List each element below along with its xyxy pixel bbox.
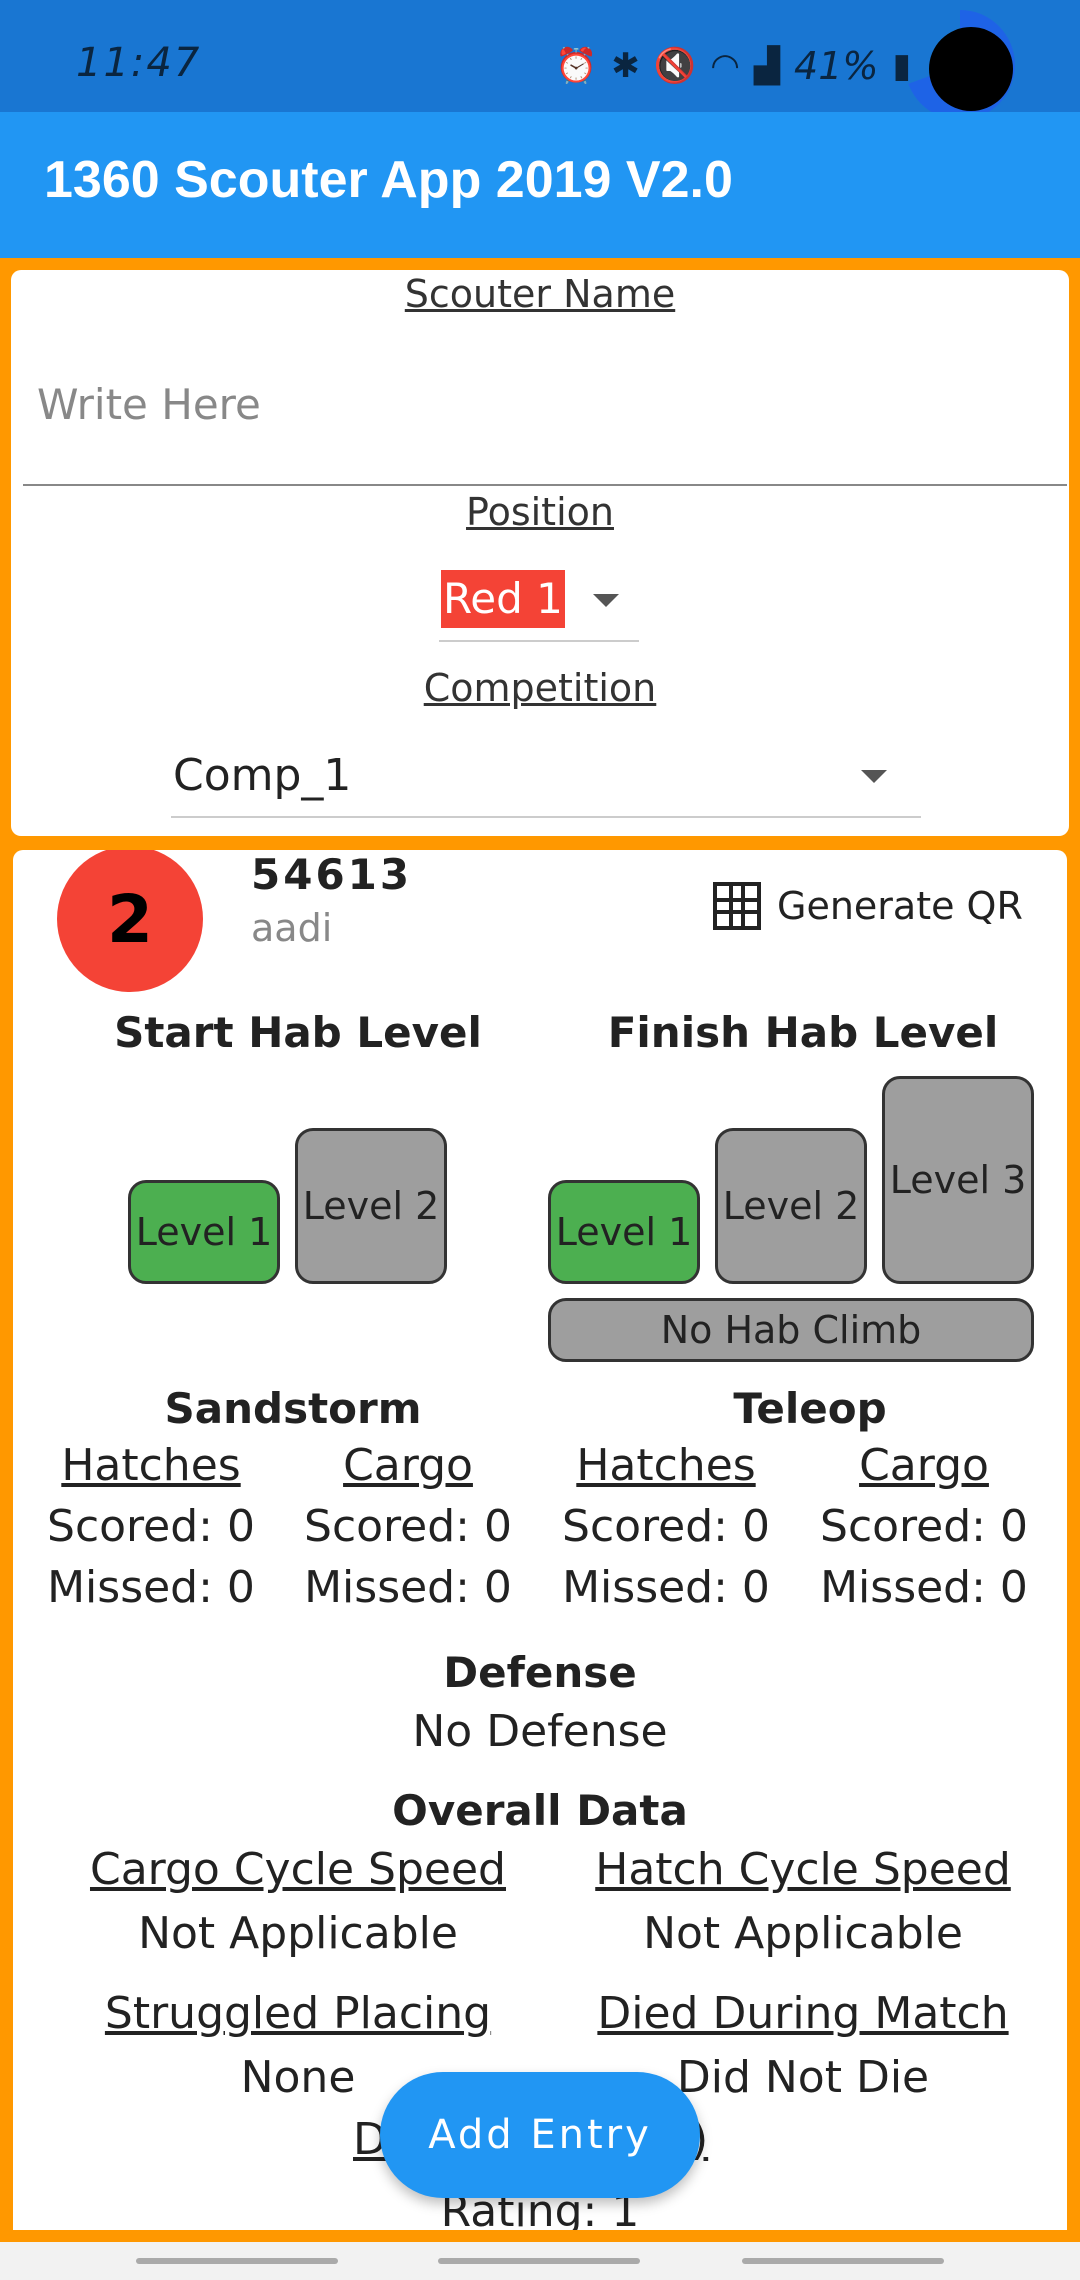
- hatch-cycle-label: Hatch Cycle Speed: [595, 1844, 1011, 1895]
- nav-handle-center[interactable]: [438, 2258, 640, 2264]
- died-during-match-label: Died During Match: [597, 1988, 1009, 2039]
- cargo-cycle-label: Cargo Cycle Speed: [89, 1844, 506, 1895]
- status-bar: 11:47 ⏰ ✱ 🔇 ◠ ▟ 41% ▮: [0, 0, 1080, 120]
- competition-underline: [171, 816, 921, 818]
- front-camera: [929, 27, 1013, 111]
- add-entry-button[interactable]: Add Entry: [380, 2072, 700, 2198]
- missed-counter[interactable]: Missed: 0: [536, 1562, 796, 1613]
- status-icons: ⏰ ✱ 🔇 ◠ ▟ 41% ▮: [555, 44, 911, 88]
- sandstorm-cargo-column: Cargo Scored: 0 Missed: 0: [278, 1440, 538, 1613]
- finish-level-1-button[interactable]: Level 1: [548, 1180, 700, 1284]
- battery-percent: 41%: [794, 44, 879, 88]
- finish-level-3-button[interactable]: Level 3: [882, 1076, 1034, 1284]
- column-header: Cargo: [343, 1440, 473, 1491]
- teleop-hatches-column: Hatches Scored: 0 Missed: 0: [536, 1440, 796, 1613]
- alarm-icon: ⏰: [555, 46, 598, 86]
- position-label: Position: [466, 490, 614, 534]
- team-number: 54613: [251, 850, 413, 899]
- scouter-name: aadi: [251, 906, 333, 950]
- generate-qr-button[interactable]: Generate QR: [713, 882, 1023, 930]
- finish-level-2-button[interactable]: Level 2: [715, 1128, 867, 1284]
- scored-counter[interactable]: Scored: 0: [794, 1501, 1054, 1552]
- start-hab-title: Start Hab Level: [114, 1008, 482, 1057]
- generate-qr-label: Generate QR: [777, 884, 1023, 928]
- chevron-down-icon[interactable]: [593, 594, 619, 607]
- missed-counter[interactable]: Missed: 0: [21, 1562, 281, 1613]
- grid-icon: [713, 882, 761, 930]
- scouter-name-input[interactable]: Write Here: [37, 380, 261, 429]
- defense-title: Defense: [443, 1648, 637, 1697]
- column-header: Hatches: [576, 1440, 756, 1491]
- hatch-cycle-value[interactable]: Not Applicable: [543, 1908, 1063, 1959]
- chevron-down-icon[interactable]: [861, 770, 887, 783]
- scouter-info-card: Scouter Name Write Here Position Red 1 C…: [11, 270, 1069, 836]
- position-underline: [439, 640, 639, 642]
- cargo-cycle-value[interactable]: Not Applicable: [43, 1908, 553, 1959]
- overall-data-title: Overall Data: [392, 1786, 688, 1835]
- struggled-placing-label: Struggled Placing: [104, 1988, 492, 2039]
- scored-counter[interactable]: Scored: 0: [21, 1501, 281, 1552]
- missed-counter[interactable]: Missed: 0: [278, 1562, 538, 1613]
- signal-icon: ▟: [753, 46, 781, 86]
- app-title: 1360 Scouter App 2019 V2.0: [44, 151, 733, 209]
- scored-counter[interactable]: Scored: 0: [278, 1501, 538, 1552]
- start-level-1-button[interactable]: Level 1: [128, 1180, 280, 1284]
- missed-counter[interactable]: Missed: 0: [794, 1562, 1054, 1613]
- nav-handle-left[interactable]: [136, 2258, 338, 2264]
- match-number-badge: 2: [57, 850, 203, 992]
- wifi-icon: ◠: [710, 46, 740, 86]
- app-bar: 1360 Scouter App 2019 V2.0: [0, 112, 1080, 258]
- column-header: Cargo: [859, 1440, 989, 1491]
- competition-dropdown[interactable]: Comp_1: [173, 750, 351, 801]
- nav-handle-right[interactable]: [742, 2258, 944, 2264]
- scouter-name-label: Scouter Name: [404, 272, 676, 316]
- defense-value[interactable]: No Defense: [13, 1706, 1067, 1757]
- position-dropdown[interactable]: Red 1: [441, 570, 565, 628]
- column-header: Hatches: [61, 1440, 241, 1491]
- sandstorm-hatches-column: Hatches Scored: 0 Missed: 0: [21, 1440, 281, 1613]
- scored-counter[interactable]: Scored: 0: [536, 1501, 796, 1552]
- status-time: 11:47: [76, 40, 202, 86]
- mute-icon: 🔇: [653, 46, 697, 86]
- navigation-bar: [0, 2242, 1080, 2280]
- start-level-2-button[interactable]: Level 2: [295, 1128, 447, 1284]
- teleop-cargo-column: Cargo Scored: 0 Missed: 0: [794, 1440, 1054, 1613]
- teleop-title: Teleop: [733, 1384, 887, 1433]
- input-underline: [23, 484, 1067, 486]
- entry-card: 2 54613 aadi Generate QR Start Hab Level…: [13, 850, 1067, 2230]
- competition-label: Competition: [423, 666, 657, 710]
- bluetooth-icon: ✱: [611, 46, 640, 86]
- no-hab-climb-button[interactable]: No Hab Climb: [548, 1298, 1034, 1362]
- finish-hab-title: Finish Hab Level: [607, 1008, 999, 1057]
- sandstorm-title: Sandstorm: [164, 1384, 422, 1433]
